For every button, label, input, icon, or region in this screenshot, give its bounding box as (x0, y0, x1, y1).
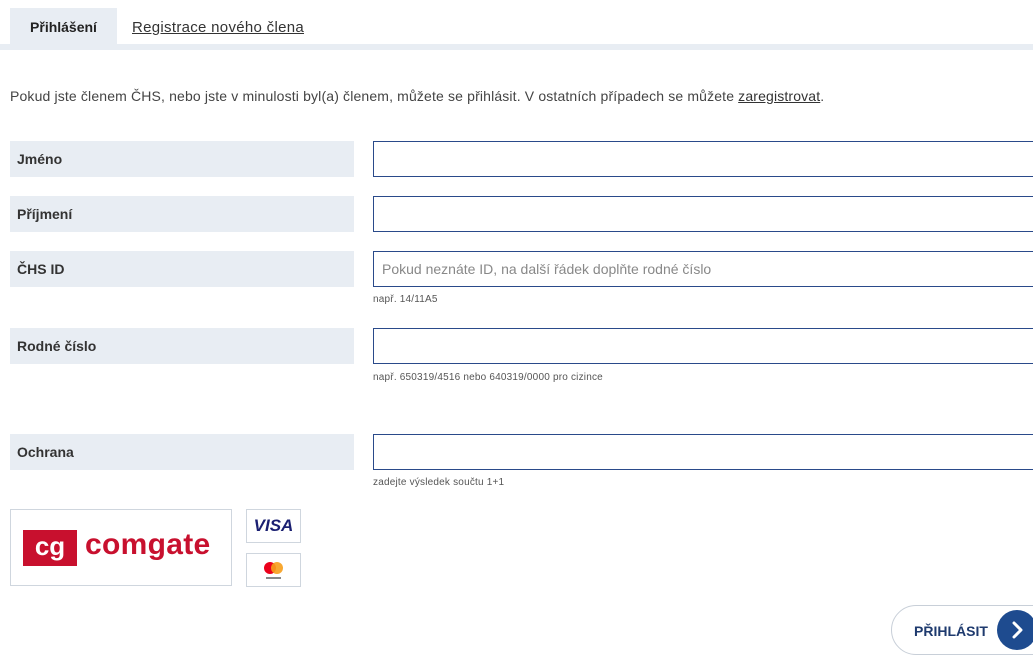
comgate-name: comgate (85, 528, 211, 561)
comgate-logo: cg comgate (10, 509, 232, 586)
comgate-badge: cg (23, 530, 77, 566)
intro-text: Pokud jste členem ČHS, nebo jste v minul… (10, 88, 824, 104)
protection-hint: zadejte výsledek součtu 1+1 (373, 477, 505, 488)
tab-register[interactable]: Registrace nového člena (132, 19, 304, 36)
protection-label: Ochrana (10, 434, 354, 470)
first-name-label: Jméno (10, 141, 354, 177)
chs-id-input[interactable] (373, 251, 1033, 287)
chs-id-hint: např. 14/11A5 (373, 294, 438, 305)
last-name-input[interactable] (373, 196, 1033, 232)
visa-text: VISA (253, 516, 294, 535)
intro-sentence: Pokud jste členem ČHS, nebo jste v minul… (10, 88, 739, 104)
birth-number-input[interactable] (373, 328, 1033, 364)
visa-logo: VISA (246, 509, 301, 543)
tab-bar-underline (0, 44, 1033, 50)
protection-input[interactable] (373, 434, 1033, 470)
chevron-right-icon (997, 610, 1033, 650)
tab-login[interactable]: Přihlášení (10, 8, 117, 44)
mastercard-icon (264, 562, 283, 579)
tab-bar: Přihlášení Registrace nového člena (0, 0, 1033, 50)
birth-number-label: Rodné číslo (10, 328, 354, 364)
first-name-input[interactable] (373, 141, 1033, 177)
mastercard-logo (246, 553, 301, 587)
birth-number-hint: např. 650319/4516 nebo 640319/0000 pro c… (373, 372, 603, 383)
login-button-label: PŘIHLÁSIT (914, 623, 988, 639)
last-name-label: Příjmení (10, 196, 354, 232)
register-link[interactable]: zaregistrovat (738, 88, 820, 104)
intro-end: . (820, 88, 825, 104)
chevron-svg (1012, 621, 1023, 639)
chs-id-label: ČHS ID (10, 251, 354, 287)
